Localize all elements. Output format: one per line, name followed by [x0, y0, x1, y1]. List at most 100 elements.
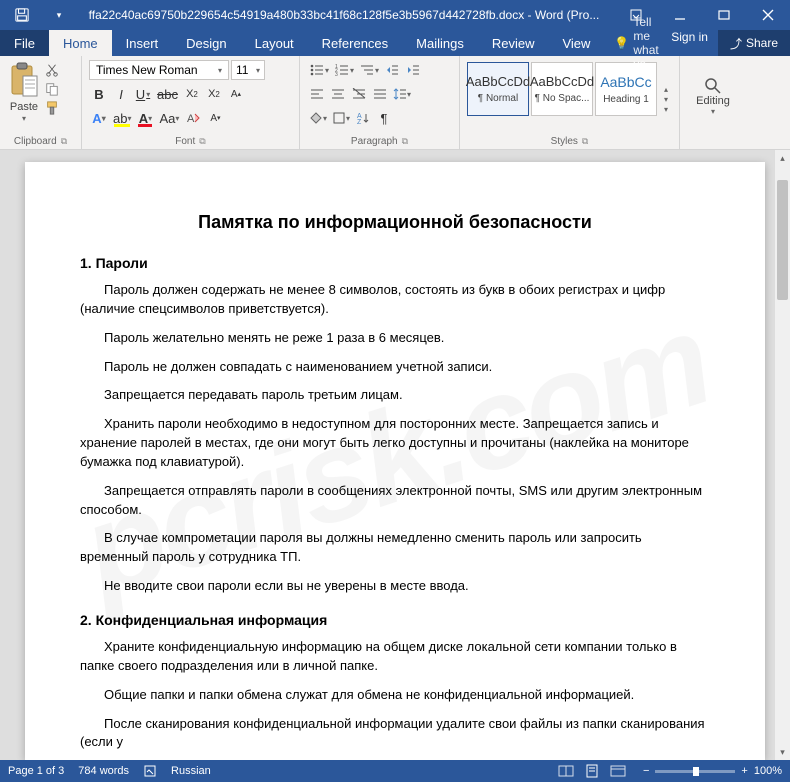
tab-view[interactable]: View	[548, 30, 604, 56]
tell-me[interactable]: 💡Tell me what yo	[604, 15, 661, 71]
status-proofing-icon[interactable]	[143, 764, 157, 778]
doc-paragraph: В случае компрометации пароля вы должны …	[80, 529, 710, 567]
style-normal[interactable]: AaBbCcDd ¶ Normal	[467, 62, 529, 116]
zoom-level[interactable]: 100%	[754, 765, 782, 777]
styles-group-label: Styles	[551, 136, 578, 147]
strikethrough-button[interactable]: abc	[155, 84, 180, 104]
align-center-button[interactable]	[328, 84, 348, 104]
font-launcher[interactable]: ⧉	[199, 136, 205, 147]
highlight-button[interactable]: ab▾	[111, 108, 133, 128]
font-size-select[interactable]: 11▾	[231, 60, 265, 80]
vertical-scrollbar[interactable]: ▴ ▾	[774, 150, 790, 760]
tab-mailings[interactable]: Mailings	[402, 30, 478, 56]
styles-launcher[interactable]: ⧉	[582, 136, 588, 147]
numbering-button[interactable]: 123▾	[332, 60, 356, 80]
status-page[interactable]: Page 1 of 3	[8, 765, 64, 777]
scroll-thumb[interactable]	[777, 180, 788, 300]
status-words[interactable]: 784 words	[78, 765, 129, 777]
bold-button[interactable]: B	[89, 84, 109, 104]
zoom-out-button[interactable]: −	[643, 765, 649, 777]
justify-button[interactable]	[370, 84, 390, 104]
tab-design[interactable]: Design	[172, 30, 240, 56]
doc-paragraph: Запрещается отправлять пароли в сообщени…	[80, 482, 710, 520]
tab-home[interactable]: Home	[49, 30, 112, 56]
document-area: pcrisk.com Памятка по информационной без…	[0, 150, 790, 760]
decrease-indent-button[interactable]	[382, 60, 402, 80]
doc-paragraph: После сканирования конфиденциальной инфо…	[80, 715, 710, 753]
share-icon: ⤴	[730, 35, 742, 52]
font-color-button[interactable]: A▾	[135, 108, 155, 128]
window-controls	[658, 0, 790, 30]
clear-formatting-button[interactable]: A	[183, 108, 203, 128]
line-spacing-button[interactable]: ▾	[391, 84, 413, 104]
zoom-in-button[interactable]: +	[741, 765, 747, 777]
scroll-up-button[interactable]: ▴	[775, 150, 790, 166]
increase-indent-button[interactable]	[403, 60, 423, 80]
tab-layout[interactable]: Layout	[241, 30, 308, 56]
format-painter-button[interactable]	[45, 100, 59, 116]
view-print-layout[interactable]	[581, 763, 603, 779]
doc-paragraph: Пароль не должен совпадать с наименовани…	[80, 358, 710, 377]
document-page[interactable]: Памятка по информационной безопасности 1…	[25, 162, 765, 760]
view-web-layout[interactable]	[607, 763, 629, 779]
paste-button[interactable]	[7, 60, 41, 100]
bullets-button[interactable]: ▾	[307, 60, 331, 80]
grow-font-button[interactable]: A▴	[226, 84, 246, 104]
doc-paragraph: Хранить пароли необходимо в недоступном …	[80, 415, 710, 472]
doc-paragraph: Общие папки и папки обмена служат для об…	[80, 686, 710, 705]
tab-insert[interactable]: Insert	[112, 30, 173, 56]
tab-references[interactable]: References	[308, 30, 402, 56]
change-case-button[interactable]: Aa▾	[157, 108, 181, 128]
zoom-slider[interactable]	[655, 770, 735, 773]
shrink-font-button[interactable]: A▾	[205, 108, 225, 128]
superscript-button[interactable]: X2	[204, 84, 224, 104]
paragraph-group-label: Paragraph	[351, 136, 398, 147]
align-right-button[interactable]	[349, 84, 369, 104]
borders-button[interactable]: ▾	[330, 108, 352, 128]
text-effects-button[interactable]: A▾	[89, 108, 109, 128]
show-hide-button[interactable]: ¶	[374, 108, 394, 128]
svg-text:3: 3	[335, 72, 338, 77]
font-name-select[interactable]: Times New Roman▾	[89, 60, 229, 80]
share-button[interactable]: ⤴Share	[718, 30, 790, 56]
doc-paragraph: Храните конфиденциальную информацию на о…	[80, 638, 710, 676]
clipboard-launcher[interactable]: ⧉	[61, 136, 67, 147]
scroll-down-button[interactable]: ▾	[775, 744, 790, 760]
editing-dropdown[interactable]	[702, 77, 724, 95]
maximize-button[interactable]	[702, 0, 746, 30]
cut-button[interactable]	[45, 62, 59, 78]
ribbon: Paste ▾ Clipboard⧉ Times New Roman▾ 11▾ …	[0, 56, 790, 150]
minimize-button[interactable]	[658, 0, 702, 30]
style-no-spacing[interactable]: AaBbCcDd ¶ No Spac...	[531, 62, 593, 116]
copy-button[interactable]	[45, 81, 59, 97]
paste-dropdown[interactable]: ▾	[22, 114, 26, 123]
doc-paragraph: Пароль желательно менять не реже 1 раза …	[80, 329, 710, 348]
close-button[interactable]	[746, 0, 790, 30]
underline-button[interactable]: U▾	[133, 84, 153, 104]
group-paragraph: ▾ 123▾ ▾ ▾ ▾ ▾ AZ ¶	[300, 56, 460, 149]
qat-more[interactable]: ▾	[44, 10, 74, 21]
save-button[interactable]	[0, 0, 44, 30]
paragraph-launcher[interactable]: ⧉	[402, 136, 408, 147]
group-clipboard: Paste ▾ Clipboard⧉	[0, 56, 82, 149]
status-language[interactable]: Russian	[171, 765, 211, 777]
ribbon-tabs: File Home Insert Design Layout Reference…	[0, 30, 790, 56]
svg-text:A: A	[187, 113, 195, 125]
group-editing: Editing ▾	[680, 56, 790, 149]
italic-button[interactable]: I	[111, 84, 131, 104]
subscript-button[interactable]: X2	[182, 84, 202, 104]
shading-button[interactable]: ▾	[307, 108, 329, 128]
view-read-mode[interactable]	[555, 763, 577, 779]
tab-file[interactable]: File	[0, 30, 49, 56]
align-left-button[interactable]	[307, 84, 327, 104]
window-title: ffa22c40ac69750b229654c54919a480b33bc41f…	[74, 8, 614, 22]
editing-arrow[interactable]: ▾	[711, 107, 715, 116]
tab-review[interactable]: Review	[478, 30, 549, 56]
editing-label: Editing	[696, 95, 730, 107]
sort-button[interactable]: AZ	[353, 108, 373, 128]
paste-label: Paste	[10, 101, 38, 113]
sign-in-button[interactable]: Sign in	[661, 30, 718, 56]
group-font: Times New Roman▾ 11▾ B I U▾ abc X2 X2 A▴…	[82, 56, 300, 149]
lightbulb-icon: 💡	[614, 36, 629, 50]
multilevel-list-button[interactable]: ▾	[357, 60, 381, 80]
